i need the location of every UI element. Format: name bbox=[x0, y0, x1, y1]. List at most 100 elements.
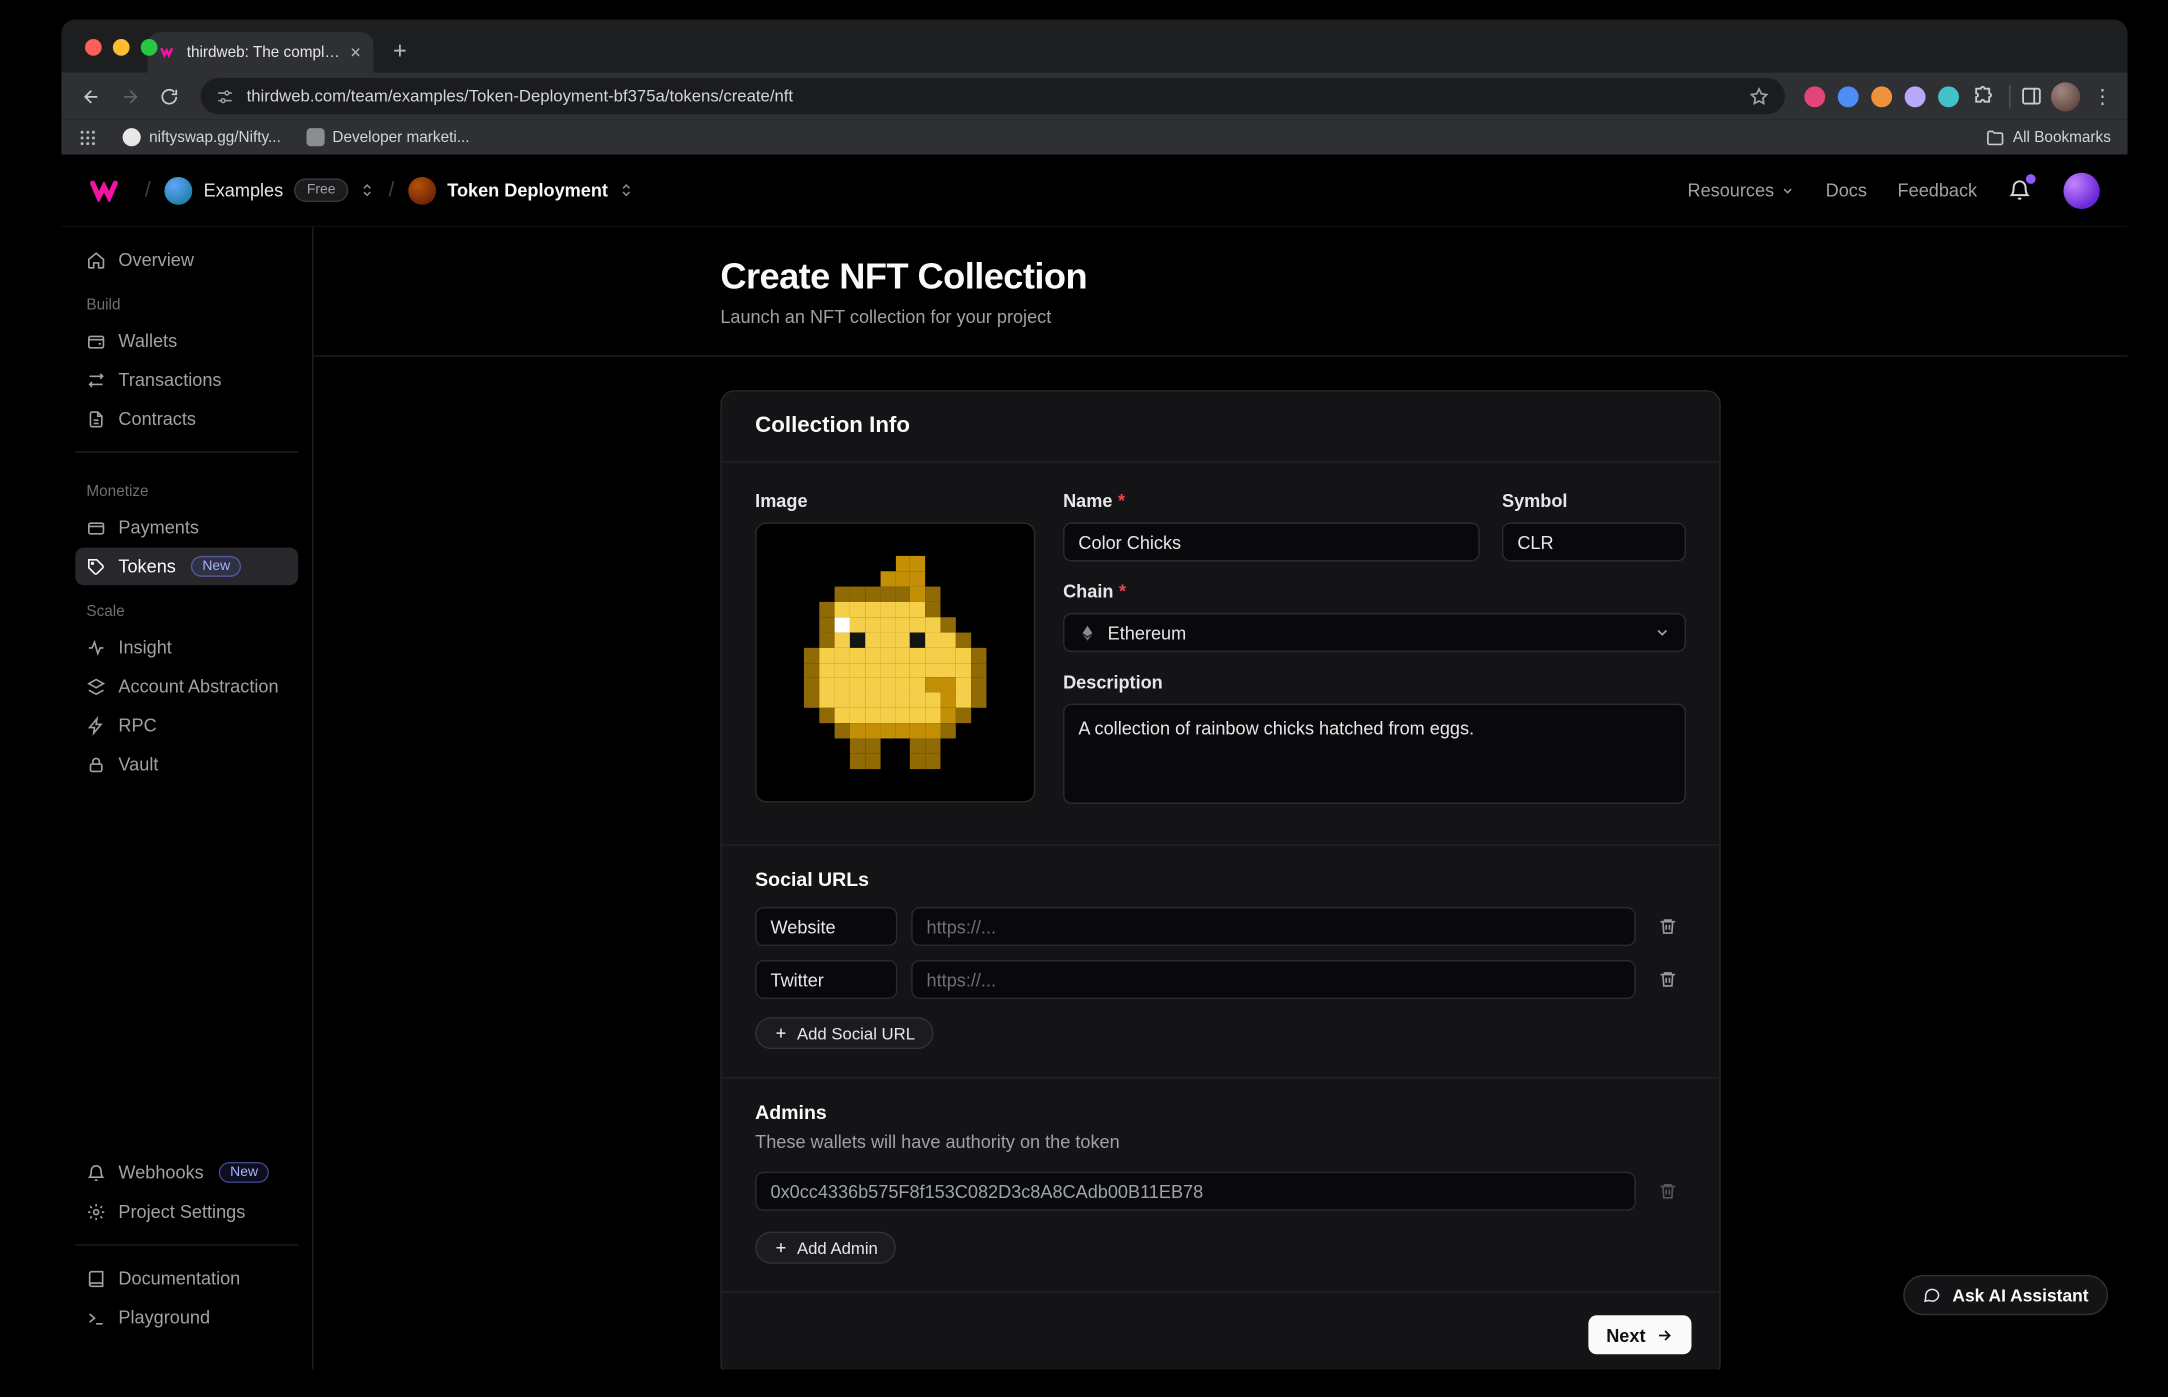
admins-section: Admins These wallets will have authority… bbox=[722, 1077, 1720, 1292]
extension-icon-blue[interactable] bbox=[1838, 86, 1859, 107]
url-text[interactable]: thirdweb.com/team/examples/Token-Deploym… bbox=[247, 86, 1736, 106]
sidebar-item-transactions[interactable]: Transactions bbox=[75, 361, 298, 399]
add-social-url-button[interactable]: Add Social URL bbox=[755, 1017, 933, 1049]
sidebar-item-insight[interactable]: Insight bbox=[75, 628, 298, 666]
new-tab-button[interactable]: + bbox=[382, 33, 418, 69]
apps-grid-icon[interactable] bbox=[78, 127, 98, 147]
extension-icon-purple[interactable] bbox=[1905, 86, 1926, 107]
admin-address-input[interactable] bbox=[755, 1172, 1636, 1211]
forward-icon bbox=[119, 86, 140, 107]
plus-icon bbox=[773, 1240, 788, 1255]
bookmark-niftyswap[interactable]: niftyswap.gg/Nifty... bbox=[123, 128, 281, 146]
forward-button[interactable] bbox=[111, 78, 147, 114]
docs-label: Docs bbox=[1826, 180, 1867, 201]
team-plan-badge: Free bbox=[294, 178, 348, 202]
delete-social-url-button[interactable] bbox=[1650, 961, 1686, 997]
name-input[interactable] bbox=[1063, 522, 1480, 561]
browser-tab[interactable]: thirdweb: The complete web3... × bbox=[148, 32, 374, 72]
sidebar-item-playground[interactable]: Playground bbox=[75, 1299, 298, 1337]
content-area: Create NFT Collection Launch an NFT coll… bbox=[313, 227, 2127, 1370]
social-url-input[interactable] bbox=[911, 960, 1636, 999]
address-bar[interactable]: thirdweb.com/team/examples/Token-Deploym… bbox=[201, 78, 1785, 114]
sidebar-item-wallets[interactable]: Wallets bbox=[75, 322, 298, 360]
sidebar-item-label: Project Settings bbox=[118, 1201, 245, 1222]
extension-icon-teal[interactable] bbox=[1938, 86, 1959, 107]
extension-icon-pink[interactable] bbox=[1804, 86, 1825, 107]
next-button[interactable]: Next bbox=[1588, 1315, 1691, 1354]
github-favicon bbox=[123, 128, 141, 146]
delete-admin-button[interactable] bbox=[1650, 1173, 1686, 1209]
thirdweb-logo[interactable] bbox=[89, 178, 131, 202]
credit-card-icon bbox=[86, 518, 106, 538]
bookmark-developer-marketing[interactable]: Developer marketi... bbox=[306, 128, 470, 146]
main-layout: Overview Build Wallets Transactions Cont… bbox=[61, 227, 2127, 1370]
account-avatar[interactable] bbox=[2063, 172, 2099, 208]
fullscreen-window-button[interactable] bbox=[141, 39, 158, 56]
feedback-label: Feedback bbox=[1898, 180, 1978, 201]
image-label: Image bbox=[755, 490, 807, 511]
sidebar-item-label: Vault bbox=[118, 754, 158, 775]
close-window-button[interactable] bbox=[85, 39, 102, 56]
notifications-button[interactable] bbox=[2008, 178, 2033, 203]
chevron-down-icon bbox=[1781, 183, 1795, 197]
side-panel-icon[interactable] bbox=[2020, 85, 2042, 107]
page-subtitle: Launch an NFT collection for your projec… bbox=[720, 307, 2127, 328]
docs-link[interactable]: Docs bbox=[1826, 180, 1867, 201]
add-admin-button[interactable]: Add Admin bbox=[755, 1232, 896, 1264]
next-label: Next bbox=[1606, 1324, 1645, 1345]
card-footer: Next bbox=[722, 1292, 1720, 1370]
sidebar-item-label: Wallets bbox=[118, 330, 177, 351]
social-url-input[interactable] bbox=[911, 907, 1636, 946]
sidebar-item-label: Account Abstraction bbox=[118, 676, 278, 697]
minimize-window-button[interactable] bbox=[113, 39, 130, 56]
sidebar-item-payments[interactable]: Payments bbox=[75, 509, 298, 547]
team-switcher[interactable]: Examples Free bbox=[165, 176, 375, 204]
reload-button[interactable] bbox=[150, 78, 186, 114]
social-platform-input[interactable] bbox=[755, 960, 897, 999]
back-button[interactable] bbox=[72, 78, 108, 114]
sidebar-section-scale: Scale bbox=[86, 603, 287, 620]
sidebar-item-label: Tokens bbox=[118, 556, 175, 577]
notification-dot bbox=[2026, 173, 2036, 183]
sidebar-spacer bbox=[75, 784, 298, 1152]
description-textarea[interactable]: A collection of rainbow chicks hatched f… bbox=[1063, 704, 1686, 804]
chain-select[interactable]: Ethereum bbox=[1063, 613, 1686, 652]
feedback-link[interactable]: Feedback bbox=[1898, 180, 1978, 201]
site-settings-icon[interactable] bbox=[216, 87, 234, 105]
extensions-puzzle-icon[interactable] bbox=[1972, 85, 1994, 107]
activity-icon bbox=[86, 637, 106, 657]
all-bookmarks-button[interactable]: All Bookmarks bbox=[1985, 127, 2111, 147]
required-asterisk: * bbox=[1118, 490, 1125, 511]
sidebar-item-webhooks[interactable]: Webhooks New bbox=[75, 1154, 298, 1192]
project-switcher[interactable]: Token Deployment bbox=[408, 176, 634, 204]
sidebar-item-rpc[interactable]: RPC bbox=[75, 706, 298, 744]
social-platform-input[interactable] bbox=[755, 907, 897, 946]
bookmark-label: niftyswap.gg/Nifty... bbox=[149, 129, 281, 146]
sidebar-item-vault[interactable]: Vault bbox=[75, 745, 298, 783]
sidebar-item-account-abstraction[interactable]: Account Abstraction bbox=[75, 667, 298, 705]
browser-profile-avatar[interactable] bbox=[2051, 82, 2080, 111]
trash-icon bbox=[1658, 1182, 1678, 1202]
social-urls-section: Social URLs bbox=[722, 844, 1720, 1077]
window-controls bbox=[85, 39, 157, 56]
bookmark-star-icon[interactable] bbox=[1749, 86, 1770, 107]
sidebar-item-contracts[interactable]: Contracts bbox=[75, 400, 298, 438]
ask-ai-assistant-button[interactable]: Ask AI Assistant bbox=[1904, 1275, 2108, 1315]
thirdweb-favicon bbox=[160, 43, 178, 61]
ask-ai-assistant-label: Ask AI Assistant bbox=[1952, 1285, 2088, 1305]
extension-icon-orange[interactable] bbox=[1871, 86, 1892, 107]
sidebar-item-label: Documentation bbox=[118, 1268, 240, 1289]
symbol-label: Symbol bbox=[1502, 490, 1567, 511]
sidebar-item-project-settings[interactable]: Project Settings bbox=[75, 1193, 298, 1231]
sidebar-item-documentation[interactable]: Documentation bbox=[75, 1260, 298, 1298]
collection-image-upload[interactable] bbox=[755, 522, 1035, 802]
folder-icon bbox=[1985, 127, 2005, 147]
resources-menu[interactable]: Resources bbox=[1687, 180, 1794, 201]
symbol-input[interactable] bbox=[1502, 522, 1686, 561]
sidebar-item-tokens[interactable]: Tokens New bbox=[75, 548, 298, 586]
browser-menu-icon[interactable]: ⋮ bbox=[2089, 84, 2117, 108]
delete-social-url-button[interactable] bbox=[1650, 908, 1686, 944]
tab-title: thirdweb: The complete web3... bbox=[187, 44, 342, 61]
sidebar-item-overview[interactable]: Overview bbox=[75, 241, 298, 279]
tab-close-icon[interactable]: × bbox=[350, 43, 361, 61]
